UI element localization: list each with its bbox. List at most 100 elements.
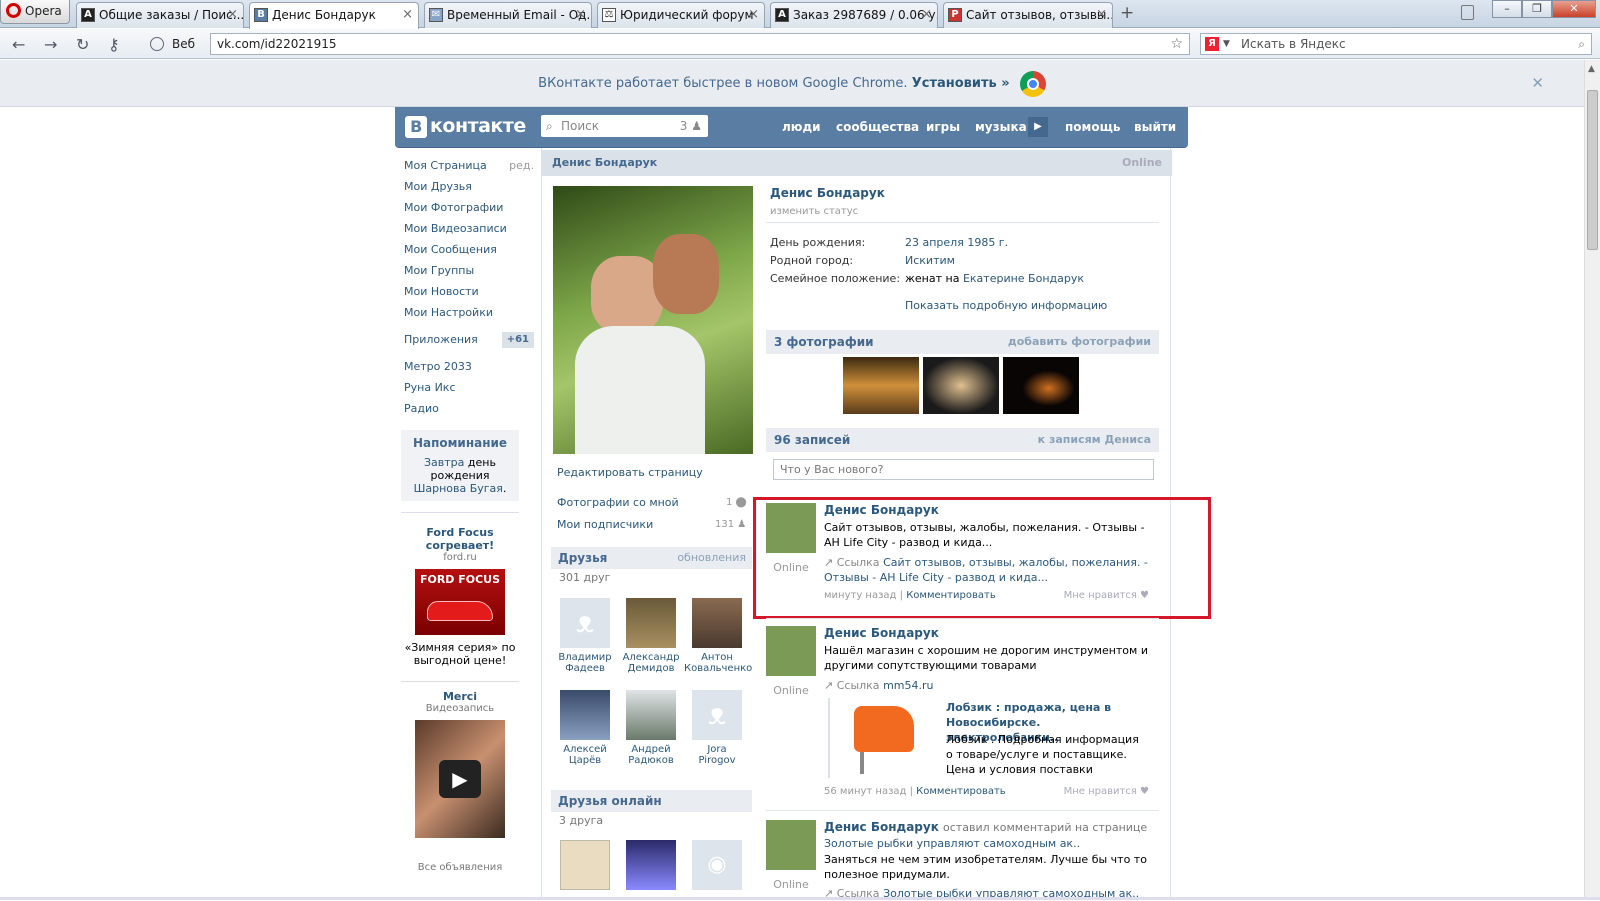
tab-close-icon[interactable]: × bbox=[575, 3, 586, 27]
web-badge[interactable]: Веб bbox=[147, 34, 207, 54]
menu-friends[interactable]: Мои Друзья bbox=[404, 176, 534, 197]
minimize-icon[interactable]: – bbox=[1492, 0, 1522, 18]
friend-card[interactable]: Алексей Царёв bbox=[552, 690, 618, 766]
vk-search-input[interactable]: ⌕ Поиск 3 ♟ bbox=[541, 115, 708, 137]
reminder-person-link[interactable]: Шарнова Бугая bbox=[414, 482, 503, 495]
friend-card[interactable]: ᴥ Владимир Фадеев bbox=[552, 598, 618, 674]
scrollbar-thumb[interactable] bbox=[1587, 90, 1598, 250]
add-photos-link[interactable]: добавить фотографии bbox=[1008, 330, 1151, 354]
menu-settings[interactable]: Мои Настройки bbox=[404, 302, 534, 323]
post-author-link[interactable]: Денис Бондарук bbox=[824, 820, 939, 834]
menu-apps[interactable]: Приложения +61 bbox=[404, 329, 534, 350]
nav-communities[interactable]: сообщества bbox=[836, 107, 919, 148]
ad-video[interactable]: ▶ bbox=[415, 720, 505, 838]
nav-games[interactable]: игры bbox=[926, 107, 960, 148]
edit-page-link[interactable]: Редактировать страницу bbox=[557, 466, 703, 479]
photo-thumbnail[interactable] bbox=[843, 357, 919, 414]
menu-app-runa[interactable]: Руна Икс bbox=[404, 377, 534, 398]
post-author-link[interactable]: Денис Бондарук bbox=[824, 626, 939, 640]
window-close-icon[interactable]: ✕ bbox=[1552, 0, 1596, 18]
birthday-value[interactable]: 23 апреля 1985 г. bbox=[905, 236, 1008, 249]
nav-people[interactable]: люди bbox=[782, 107, 821, 148]
online-friend-avatar[interactable] bbox=[626, 840, 676, 890]
subscribers-link[interactable]: Мои подписчики bbox=[557, 518, 653, 531]
chevron-down-icon[interactable]: ▼ bbox=[1223, 34, 1230, 54]
nav-logout[interactable]: выйти bbox=[1134, 107, 1176, 148]
snippet-image[interactable] bbox=[828, 698, 938, 778]
tab-vk-profile[interactable]: B Денис Бондарук × bbox=[249, 2, 419, 29]
camera-icon[interactable]: ◉ bbox=[692, 840, 742, 890]
menu-my-page[interactable]: Моя Страница ред. bbox=[404, 155, 534, 176]
friends-online-header[interactable]: Друзья онлайн bbox=[551, 790, 752, 812]
tab-order[interactable]: A Заказ 2987689 / 0.06 у... × bbox=[770, 2, 938, 28]
install-link[interactable]: Установить » bbox=[912, 76, 1010, 91]
tab-reviews[interactable]: P Сайт отзывов, отзывы... × bbox=[943, 2, 1113, 28]
play-icon[interactable]: ▶ bbox=[1028, 117, 1048, 137]
menu-messages[interactable]: Мои Сообщения bbox=[404, 239, 534, 260]
edit-link[interactable]: ред. bbox=[509, 155, 534, 176]
post-author-avatar[interactable] bbox=[766, 820, 816, 870]
ad-image[interactable]: FORD FOCUS bbox=[415, 569, 505, 635]
wall-link[interactable]: к записям Дениса bbox=[1038, 428, 1151, 452]
trash-icon[interactable] bbox=[1461, 5, 1474, 20]
back-icon[interactable]: ← bbox=[12, 35, 25, 54]
scrollbar[interactable]: ▲ bbox=[1584, 60, 1600, 900]
photos-header[interactable]: 3 фотографии добавить фотографии bbox=[766, 330, 1159, 354]
commented-page-link[interactable]: Золотые рыбки управляют самоходным ак.. bbox=[824, 836, 1149, 851]
show-more-info-link[interactable]: Показать подробную информацию bbox=[905, 299, 1107, 312]
ad-ford[interactable]: Ford Focus согревает! ford.ru FORD FOCUS… bbox=[401, 526, 519, 667]
search-icon[interactable]: ⌕ bbox=[1578, 34, 1585, 54]
close-icon[interactable]: ✕ bbox=[1531, 60, 1544, 107]
maximize-icon[interactable]: ❐ bbox=[1522, 0, 1552, 18]
spouse-link[interactable]: Екатерине Бондарук bbox=[963, 272, 1084, 285]
menu-app-metro[interactable]: Метро 2033 bbox=[404, 356, 534, 377]
friend-card[interactable]: ᴥ Jora Pirogov bbox=[684, 690, 750, 766]
comment-link[interactable]: Комментировать bbox=[916, 786, 1006, 797]
ad-merci[interactable]: Merci Видеозапись ▶ bbox=[401, 690, 519, 844]
play-icon[interactable]: ▶ bbox=[439, 760, 481, 798]
friend-card[interactable]: Александр Демидов bbox=[618, 598, 684, 674]
nav-help[interactable]: помощь bbox=[1065, 107, 1120, 148]
tab-close-icon[interactable]: × bbox=[402, 3, 413, 27]
scroll-up-icon[interactable]: ▲ bbox=[1588, 64, 1595, 74]
ad-title[interactable]: Merci bbox=[401, 690, 519, 703]
tab-close-icon[interactable]: × bbox=[921, 3, 932, 27]
tab-orders[interactable]: A Общие заказы / Поис... × bbox=[76, 2, 244, 28]
search-field[interactable]: Я ▼ Искать в Яндекс ⌕ bbox=[1200, 33, 1592, 55]
url-field[interactable]: vk.com/id22021915 ☆ bbox=[210, 33, 1190, 55]
reminder-tomorrow-link[interactable]: Завтра bbox=[424, 456, 464, 469]
like-button[interactable]: Мне нравится ♥ bbox=[1064, 786, 1149, 797]
new-tab-icon[interactable]: + bbox=[1120, 3, 1134, 23]
profile-avatar[interactable] bbox=[553, 186, 753, 454]
bookmark-star-icon[interactable]: ☆ bbox=[1170, 34, 1183, 54]
photos-with-me-link[interactable]: Фотографии со мной bbox=[557, 496, 679, 509]
change-status-link[interactable]: изменить статус bbox=[770, 206, 858, 217]
friend-card[interactable]: Антон Ковальченко bbox=[684, 598, 752, 674]
ad-title[interactable]: Ford Focus согревает! bbox=[401, 526, 519, 552]
forward-icon[interactable]: → bbox=[44, 35, 57, 54]
wall-post-input[interactable]: Что у Вас нового? bbox=[773, 459, 1154, 480]
tab-law-forum[interactable]: ⚖ Юридический форум × bbox=[597, 2, 765, 28]
reload-icon[interactable]: ↻ bbox=[76, 35, 89, 54]
menu-news[interactable]: Мои Новости bbox=[404, 281, 534, 302]
tab-close-icon[interactable]: × bbox=[227, 3, 238, 27]
post-author-avatar[interactable] bbox=[766, 626, 816, 676]
tab-close-icon[interactable]: × bbox=[1096, 3, 1107, 27]
photo-thumbnail[interactable] bbox=[923, 357, 999, 414]
menu-app-radio[interactable]: Радио bbox=[404, 398, 534, 419]
online-friend-avatar[interactable] bbox=[560, 840, 610, 890]
hometown-value[interactable]: Искитим bbox=[905, 254, 955, 267]
nav-music[interactable]: музыка bbox=[975, 107, 1027, 148]
all-ads-link[interactable]: Все объявления bbox=[401, 860, 519, 873]
menu-photos[interactable]: Мои Фотографии bbox=[404, 197, 534, 218]
tab-temp-email[interactable]: ✉ Временный Email - Од... × bbox=[424, 2, 592, 28]
opera-menu-button[interactable]: Opera bbox=[0, 0, 70, 24]
friend-card[interactable]: Андрей Радюков bbox=[618, 690, 684, 766]
key-icon[interactable]: ⚷ bbox=[108, 35, 120, 54]
menu-videos[interactable]: Мои Видеозаписи bbox=[404, 218, 534, 239]
friends-updates-link[interactable]: обновления bbox=[677, 547, 746, 569]
vk-logo[interactable]: Вконтакте bbox=[405, 115, 526, 138]
tab-close-icon[interactable]: × bbox=[748, 3, 759, 27]
post-link[interactable]: ↗ Ссылка mm54.ru bbox=[824, 678, 1149, 693]
photo-thumbnail[interactable] bbox=[1003, 357, 1079, 414]
